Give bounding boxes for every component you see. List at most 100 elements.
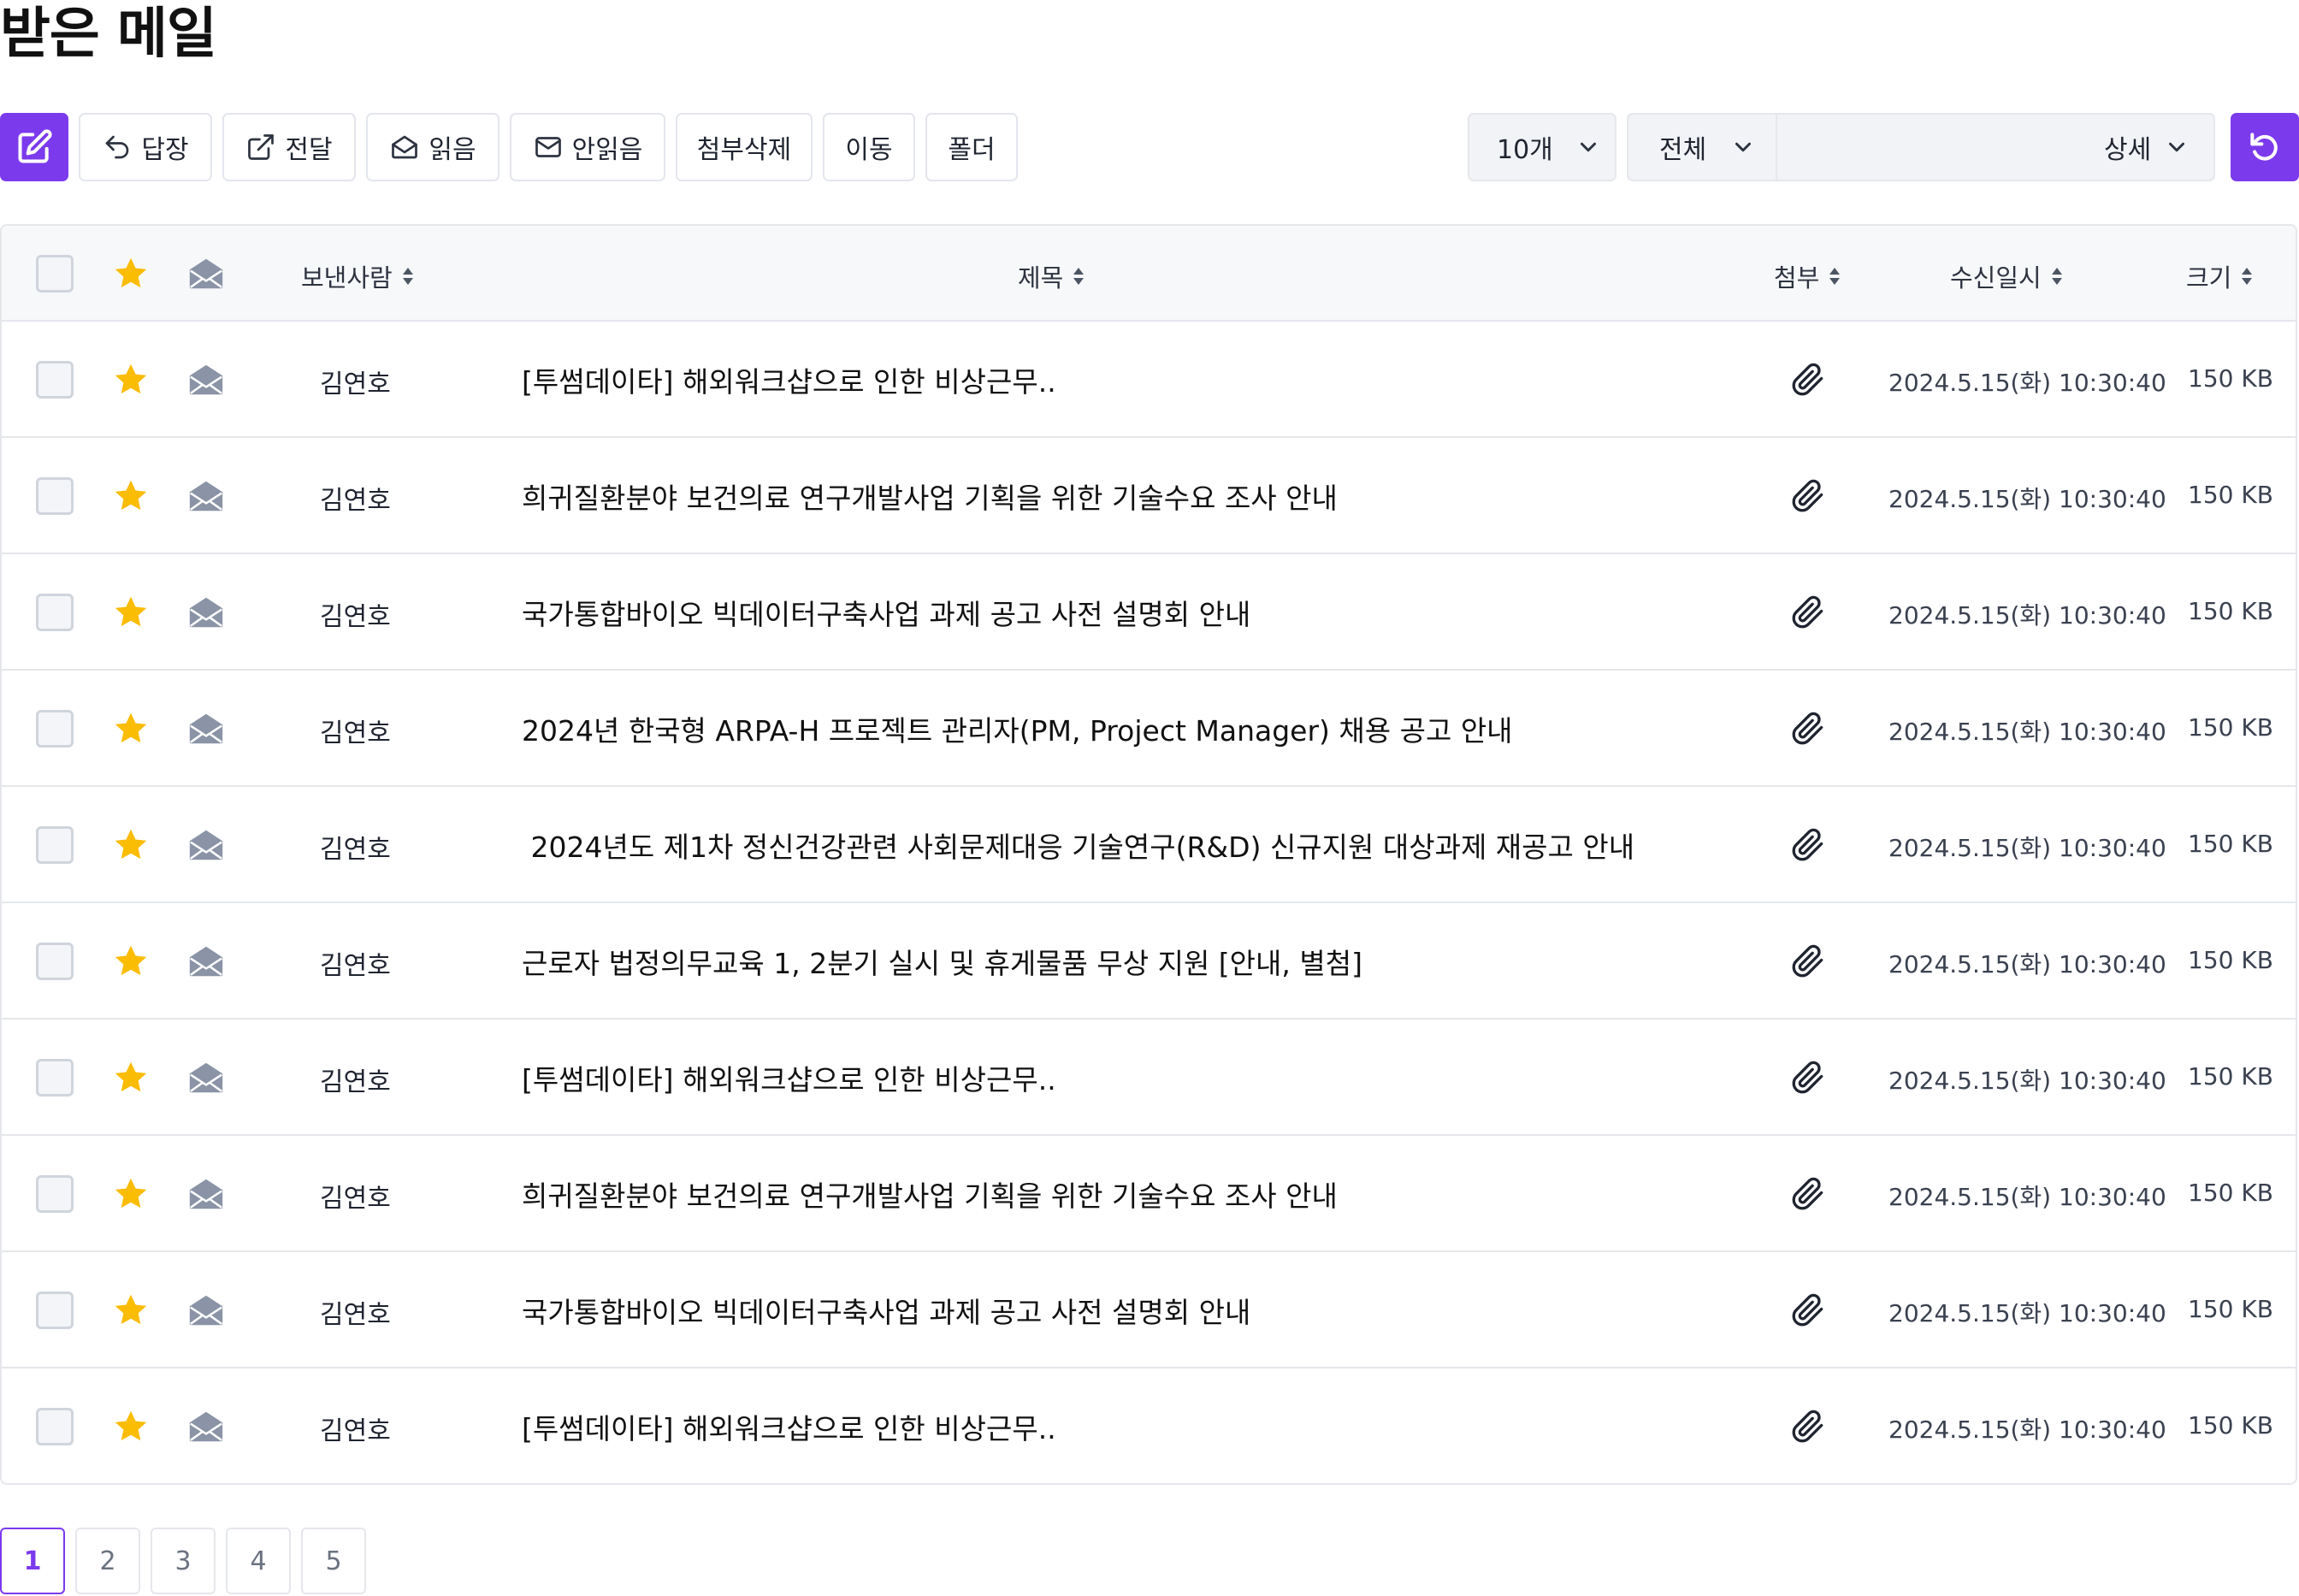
- row-checkbox[interactable]: [36, 361, 74, 399]
- reply-button[interactable]: 답장: [79, 113, 212, 181]
- page-size-select[interactable]: 10개: [1468, 113, 1616, 181]
- star-icon[interactable]: [111, 1174, 151, 1214]
- paperclip-icon[interactable]: [1791, 479, 1825, 513]
- folder-button[interactable]: 폴더: [925, 113, 1018, 181]
- table-row[interactable]: 김연호 희귀질환분야 보건의료 연구개발사업 기획을 위한 기술수요 조사 안내…: [2, 438, 2296, 554]
- reply-label: 답장: [141, 135, 189, 165]
- page-3-button[interactable]: 3: [151, 1528, 216, 1594]
- envelope-open-icon[interactable]: [186, 1291, 226, 1330]
- star-icon[interactable]: [111, 360, 151, 399]
- envelope-open-icon[interactable]: [186, 1407, 226, 1446]
- compose-button[interactable]: [0, 113, 68, 181]
- row-checkbox[interactable]: [36, 943, 74, 980]
- mark-read-button[interactable]: 읽음: [366, 113, 499, 181]
- sort-subject[interactable]: 제목: [1018, 258, 1085, 294]
- table-row[interactable]: 김연호 국가통합바이오 빅데이터구축사업 과제 공고 사전 설명회 안내 202…: [2, 554, 2296, 671]
- page-5-button[interactable]: 5: [301, 1528, 366, 1594]
- table-row[interactable]: 김연호 국가통합바이오 빅데이터구축사업 과제 공고 사전 설명회 안내 202…: [2, 1252, 2296, 1368]
- paperclip-icon[interactable]: [1791, 595, 1825, 630]
- paperclip-icon[interactable]: [1791, 1061, 1825, 1095]
- row-subject[interactable]: 2024년도 제1차 정신건강관련 사회문제대응 기술연구(R&D) 신규지원 …: [522, 825, 1634, 866]
- paperclip-icon[interactable]: [1791, 1177, 1825, 1211]
- search-input[interactable]: [1782, 115, 1953, 180]
- mark-unread-label: 안읽음: [571, 135, 643, 165]
- envelope-open-icon[interactable]: [186, 593, 226, 632]
- envelope-open-icon[interactable]: [186, 1174, 226, 1214]
- envelope-open-icon[interactable]: [186, 709, 226, 748]
- envelope-open-icon[interactable]: [186, 476, 226, 516]
- envelope-icon: [535, 137, 561, 157]
- paperclip-icon[interactable]: [1791, 363, 1825, 397]
- star-icon[interactable]: [111, 1291, 151, 1330]
- column-subject-label: 제목: [1018, 263, 1064, 293]
- page-2-button[interactable]: 2: [75, 1528, 140, 1594]
- select-all-checkbox[interactable]: [36, 255, 74, 293]
- row-checkbox[interactable]: [36, 594, 74, 631]
- page-4-button[interactable]: 4: [226, 1528, 291, 1594]
- table-row[interactable]: 김연호 근로자 법정의무교육 1, 2분기 실시 및 휴게물품 무상 지원 [안…: [2, 903, 2296, 1020]
- star-icon[interactable]: [111, 942, 151, 981]
- table-row[interactable]: 김연호 희귀질환분야 보건의료 연구개발사업 기획을 위한 기술수요 조사 안내…: [2, 1136, 2296, 1252]
- sort-received[interactable]: 수신일시: [1950, 258, 2064, 294]
- row-checkbox[interactable]: [36, 710, 74, 748]
- envelope-open-icon[interactable]: [186, 825, 226, 865]
- paperclip-icon[interactable]: [1791, 944, 1825, 978]
- row-subject[interactable]: [투썸데이타] 해외워크샵으로 인한 비상근무..: [522, 1406, 1056, 1447]
- refresh-button[interactable]: [2231, 113, 2299, 181]
- forward-button[interactable]: 전달: [222, 113, 356, 181]
- row-subject[interactable]: 2024년 한국형 ARPA-H 프로젝트 관리자(PM, Project Ma…: [522, 708, 1513, 749]
- paperclip-icon[interactable]: [1791, 712, 1825, 746]
- row-received: 2024.5.15(화) 10:30:40: [1888, 1416, 2166, 1444]
- row-subject[interactable]: 국가통합바이오 빅데이터구축사업 과제 공고 사전 설명회 안내: [522, 592, 1250, 633]
- row-sender: 김연호: [320, 486, 391, 516]
- mark-unread-button[interactable]: 안읽음: [510, 113, 665, 181]
- row-checkbox[interactable]: [36, 1408, 74, 1445]
- star-icon[interactable]: [111, 254, 151, 293]
- row-subject[interactable]: 희귀질환분야 보건의료 연구개발사업 기획을 위한 기술수요 조사 안내: [522, 476, 1338, 517]
- delete-attachment-button[interactable]: 첨부삭제: [676, 113, 813, 181]
- table-row[interactable]: 김연호 [투썸데이타] 해외워크샵으로 인한 비상근무.. 2024.5.15(…: [2, 322, 2296, 438]
- row-checkbox[interactable]: [36, 1059, 74, 1097]
- paperclip-icon[interactable]: [1791, 828, 1825, 862]
- row-checkbox[interactable]: [36, 1175, 74, 1213]
- star-icon[interactable]: [111, 825, 151, 865]
- star-icon[interactable]: [111, 709, 151, 748]
- detail-select-label[interactable]: 상세: [2104, 128, 2151, 166]
- row-checkbox[interactable]: [36, 826, 74, 864]
- table-row[interactable]: 김연호 2024년 한국형 ARPA-H 프로젝트 관리자(PM, Projec…: [2, 671, 2296, 787]
- row-subject[interactable]: 근로자 법정의무교육 1, 2분기 실시 및 휴게물품 무상 지원 [안내, 별…: [522, 941, 1362, 982]
- star-icon[interactable]: [111, 1407, 151, 1446]
- sort-sender[interactable]: 보낸사람: [301, 258, 415, 294]
- row-size: 150 KB: [2188, 481, 2273, 509]
- envelope-open-icon[interactable]: [186, 254, 226, 293]
- row-checkbox[interactable]: [36, 1292, 74, 1329]
- mark-read-label: 읽음: [428, 135, 476, 165]
- row-sender: 김연호: [320, 1416, 391, 1446]
- envelope-open-icon[interactable]: [186, 942, 226, 981]
- paperclip-icon[interactable]: [1791, 1410, 1825, 1444]
- row-subject[interactable]: 희귀질환분야 보건의료 연구개발사업 기획을 위한 기술수요 조사 안내: [522, 1173, 1338, 1215]
- move-button[interactable]: 이동: [823, 113, 915, 181]
- chevron-down-icon[interactable]: [2164, 134, 2190, 160]
- chevron-down-icon[interactable]: [1730, 134, 1756, 160]
- star-icon[interactable]: [111, 593, 151, 632]
- search-filter-group: 전체 상세: [1627, 113, 2215, 181]
- sort-size[interactable]: 크기: [2186, 258, 2254, 294]
- row-subject[interactable]: 국가통합바이오 빅데이터구축사업 과제 공고 사전 설명회 안내: [522, 1290, 1250, 1331]
- page-1-button[interactable]: 1: [0, 1528, 65, 1594]
- row-checkbox[interactable]: [36, 477, 74, 515]
- star-icon[interactable]: [111, 476, 151, 516]
- envelope-open-icon[interactable]: [186, 360, 226, 399]
- row-subject[interactable]: [투썸데이타] 해외워크샵으로 인한 비상근무..: [522, 359, 1056, 400]
- row-subject[interactable]: [투썸데이타] 해외워크샵으로 인한 비상근무..: [522, 1057, 1056, 1098]
- envelope-open-icon[interactable]: [186, 1058, 226, 1097]
- table-row[interactable]: 김연호 2024년도 제1차 정신건강관련 사회문제대응 기술연구(R&D) 신…: [2, 787, 2296, 903]
- row-size: 150 KB: [2188, 1411, 2273, 1439]
- star-icon[interactable]: [111, 1058, 151, 1097]
- table-row[interactable]: 김연호 [투썸데이타] 해외워크샵으로 인한 비상근무.. 2024.5.15(…: [2, 1368, 2296, 1483]
- sort-attachment[interactable]: 첨부: [1774, 258, 1841, 294]
- table-row[interactable]: 김연호 [투썸데이타] 해외워크샵으로 인한 비상근무.. 2024.5.15(…: [2, 1020, 2296, 1136]
- row-size: 150 KB: [2188, 713, 2273, 742]
- paperclip-icon[interactable]: [1791, 1293, 1825, 1327]
- filter-select-value[interactable]: 전체: [1659, 128, 1706, 166]
